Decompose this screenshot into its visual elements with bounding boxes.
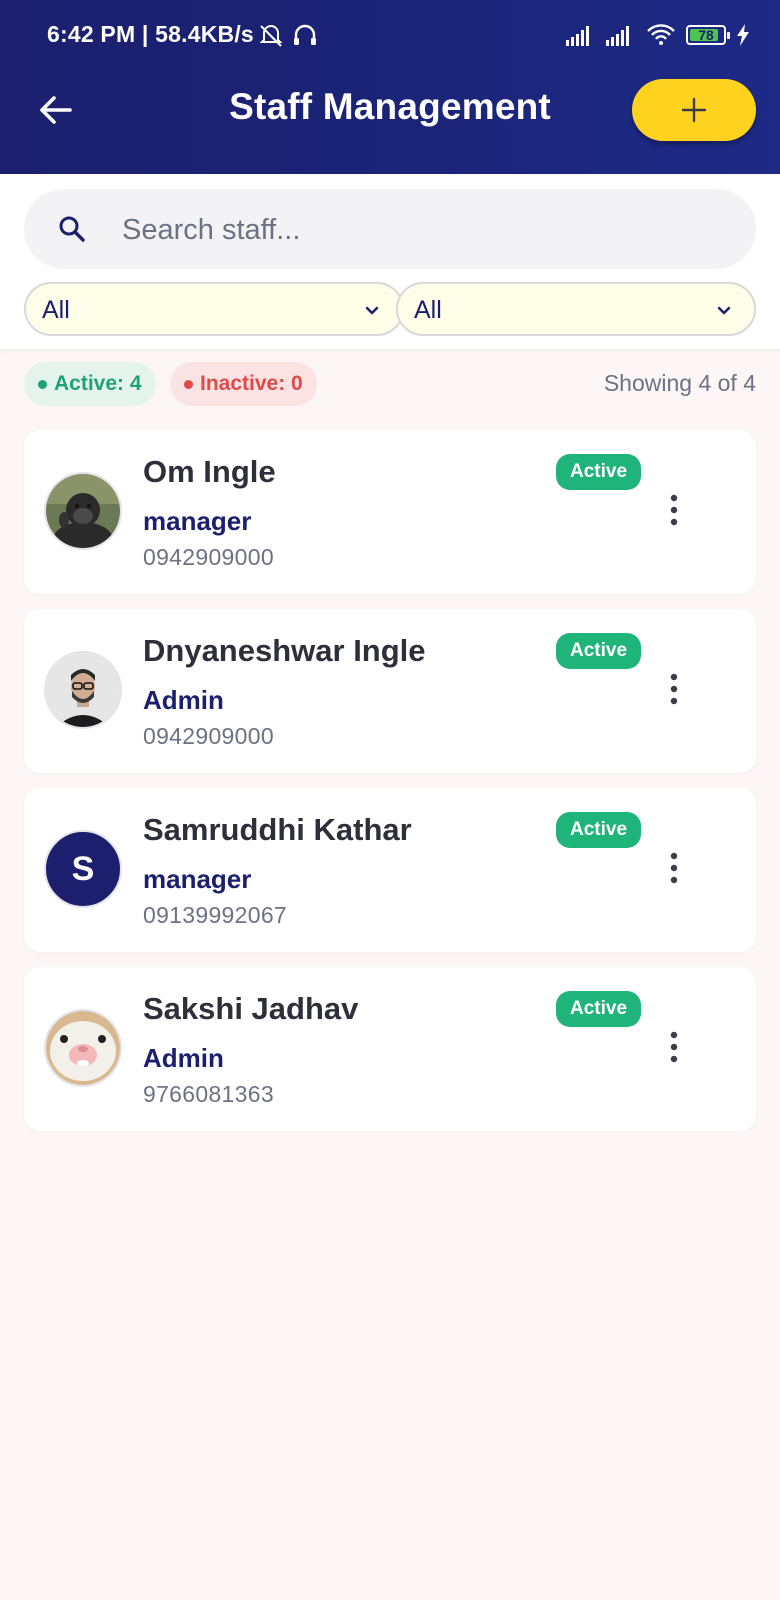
mute-icon xyxy=(259,25,283,47)
more-options-icon[interactable] xyxy=(662,1027,686,1067)
status-badge: Active xyxy=(556,454,642,490)
staff-name: Dnyaneshwar Ingle xyxy=(143,633,426,668)
role-filter-dropdown[interactable]: All xyxy=(24,282,404,336)
status-icons: 78 xyxy=(566,20,750,50)
stats-row: Active: 4 Inactive: 0 Showing 4 of 4 xyxy=(0,362,780,406)
charging-icon xyxy=(737,24,749,46)
inactive-dot-icon xyxy=(184,379,193,389)
gorilla-photo xyxy=(46,474,120,548)
staff-role: manager xyxy=(143,864,252,894)
active-dot-icon xyxy=(38,379,47,389)
staff-card[interactable]: Dnyaneshwar Ingle Admin 0942909000 Activ… xyxy=(24,609,756,773)
wifi-icon xyxy=(647,24,675,45)
active-count-badge: Active: 4 xyxy=(24,362,156,406)
search-bar[interactable] xyxy=(24,189,756,269)
showing-count: Showing 4 of 4 xyxy=(603,370,756,396)
active-count-label: Active: 4 xyxy=(54,372,142,395)
staff-phone: 09139992067 xyxy=(143,902,288,928)
chevron-down-icon xyxy=(365,306,379,315)
plus-icon xyxy=(681,97,707,123)
staff-card[interactable]: S Samruddhi Kathar manager 09139992067 A… xyxy=(24,788,756,952)
avatar xyxy=(44,651,122,729)
staff-name: Samruddhi Kathar xyxy=(143,812,412,847)
inactive-count-label: Inactive: 0 xyxy=(200,372,303,395)
dropdown-value: All xyxy=(414,296,442,324)
staff-phone: 0942909000 xyxy=(143,723,274,749)
status-time: 6:42 PM | 58.4KB/s xyxy=(47,21,254,47)
search-icon xyxy=(59,216,85,242)
app-header: 6:42 PM | 58.4KB/s 78 Staff Management xyxy=(0,0,780,174)
avatar xyxy=(44,1009,122,1087)
search-filter-panel: All All xyxy=(0,174,780,349)
status-badge: Active xyxy=(556,991,642,1027)
staff-phone: 0942909000 xyxy=(143,544,274,570)
chevron-down-icon xyxy=(717,306,731,315)
staff-name: Om Ingle xyxy=(143,454,276,489)
battery-icon: 78 xyxy=(686,25,730,45)
staff-role: Admin xyxy=(143,685,224,715)
search-input[interactable] xyxy=(120,203,724,257)
signal-icon xyxy=(606,26,629,46)
add-staff-button[interactable] xyxy=(632,79,756,141)
status-filter-dropdown[interactable]: All xyxy=(396,282,756,336)
more-options-icon[interactable] xyxy=(662,848,686,888)
avatar: S xyxy=(44,830,122,908)
status-badge: Active xyxy=(556,633,642,669)
staff-card[interactable]: Om Ingle manager 0942909000 Active xyxy=(24,430,756,594)
dropdown-value: All xyxy=(42,296,70,324)
battery-level: 78 xyxy=(698,27,714,43)
cat-photo xyxy=(46,1011,120,1085)
signal-icon xyxy=(566,26,589,46)
status-badge: Active xyxy=(556,812,642,848)
staff-name: Sakshi Jadhav xyxy=(143,991,359,1026)
staff-card[interactable]: Sakshi Jadhav Admin 9766081363 Active xyxy=(24,967,756,1131)
staff-phone: 9766081363 xyxy=(143,1081,274,1107)
headphones-icon xyxy=(294,24,316,45)
avatar xyxy=(44,472,122,550)
inactive-count-badge: Inactive: 0 xyxy=(170,362,317,406)
staff-role: Admin xyxy=(143,1043,224,1073)
more-options-icon[interactable] xyxy=(662,669,686,709)
staff-role: manager xyxy=(143,506,252,536)
status-bar: 6:42 PM | 58.4KB/s 78 xyxy=(0,0,780,70)
more-options-icon[interactable] xyxy=(662,490,686,530)
man-portrait-photo xyxy=(46,653,120,727)
